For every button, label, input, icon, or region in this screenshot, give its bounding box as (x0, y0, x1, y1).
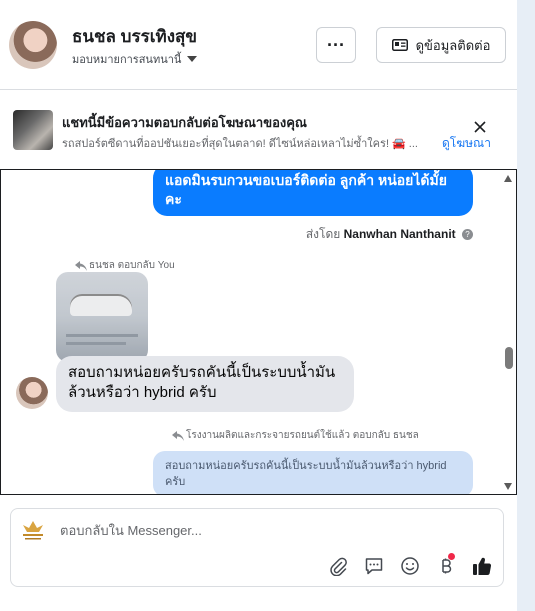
assign-label: มอบหมายการสนทนานี้ (72, 54, 182, 66)
emoji-button[interactable] (399, 555, 421, 577)
incoming-message-bubble: สอบถามหน่อยครับรถคันนี้เป็นระบบน้ำมันล้ว… (56, 356, 354, 412)
attach-button[interactable] (327, 555, 349, 577)
info-icon[interactable]: ? (462, 229, 473, 241)
ad-banner-title: แชทนี้มีข้อความตอบกลับต่อโฆษณาของคุณ (62, 115, 307, 130)
paperclip-icon (330, 557, 347, 576)
chat-bubble-icon (365, 558, 383, 575)
saved-reply-button[interactable] (363, 555, 385, 577)
contact-card-icon (391, 39, 408, 51)
assign-conversation-dropdown[interactable]: มอบหมายการสนทนานี้ (72, 50, 198, 68)
reply-arrow-icon (75, 260, 87, 271)
scroll-down-arrow[interactable] (504, 483, 512, 490)
sent-by-prefix: ส่งโดย (305, 227, 341, 241)
ad-thumbnail (13, 110, 53, 150)
notification-dot (448, 553, 455, 560)
outgoing-message-bubble: แอดมินรบกวนขอเบอร์ติดต่อ ลูกค้า หน่อยได้… (153, 170, 473, 216)
car-image (70, 294, 132, 316)
more-options-button[interactable]: ··· (316, 27, 356, 63)
image-caption-line (66, 342, 126, 345)
header-divider (0, 89, 517, 90)
sent-by-name: Nanwhan Nanthanit (343, 227, 456, 241)
reply-context-label: โรงงานผลิตและกระจายรถยนต์ใช้แล้ว ตอบกลับ… (172, 428, 419, 443)
payment-button[interactable] (435, 553, 457, 577)
message-thread[interactable]: แอดมินรบกวนขอเบอร์ติดต่อ ลูกค้า หน่อยได้… (0, 169, 517, 495)
page-logo-icon (23, 521, 43, 540)
reply-input[interactable] (58, 522, 362, 539)
contact-name[interactable]: ธนชล บรรเทิงสุข (72, 23, 197, 50)
sender-avatar (16, 377, 48, 409)
close-icon[interactable] (471, 118, 489, 136)
reply-context-text: โรงงานผลิตและกระจายรถยนต์ใช้แล้ว ตอบกลับ… (186, 430, 419, 441)
reply-composer (10, 508, 504, 587)
caret-down-icon (187, 56, 198, 62)
contact-avatar[interactable] (9, 21, 57, 69)
conversation-panel: ธนชล บรรเทิงสุข มอบหมายการสนทนานี้ ··· ด… (0, 0, 517, 611)
scrollbar-thumb[interactable] (505, 347, 513, 369)
thumbs-up-icon (473, 557, 492, 576)
sent-by-line: ส่งโดย Nanwhan Nanthanit ? (306, 225, 473, 244)
reply-context-label: ธนชล ตอบกลับ You (75, 258, 175, 273)
quoted-message-bubble: สอบถามหน่อยครับรถคันนี้เป็นระบบน้ำมันล้ว… (153, 451, 473, 494)
view-contact-info-label: ดูข้อมูลติดต่อ (415, 37, 491, 53)
scroll-up-arrow[interactable] (504, 175, 512, 182)
like-button[interactable] (471, 555, 493, 577)
emoji-icon (401, 557, 419, 575)
image-caption-line (66, 334, 138, 337)
reply-context-text: ธนชล ตอบกลับ You (89, 260, 175, 271)
view-contact-info-button[interactable]: ดูข้อมูลติดต่อ (376, 27, 506, 63)
view-ad-link[interactable]: ดูโฆษณา (442, 134, 491, 153)
ad-banner-subtitle: รถสปอร์ตซีดานที่ออปชันเยอะที่สุดในตลาด! … (62, 138, 418, 150)
shared-ad-image[interactable] (56, 272, 148, 362)
reply-arrow-icon (172, 430, 184, 441)
